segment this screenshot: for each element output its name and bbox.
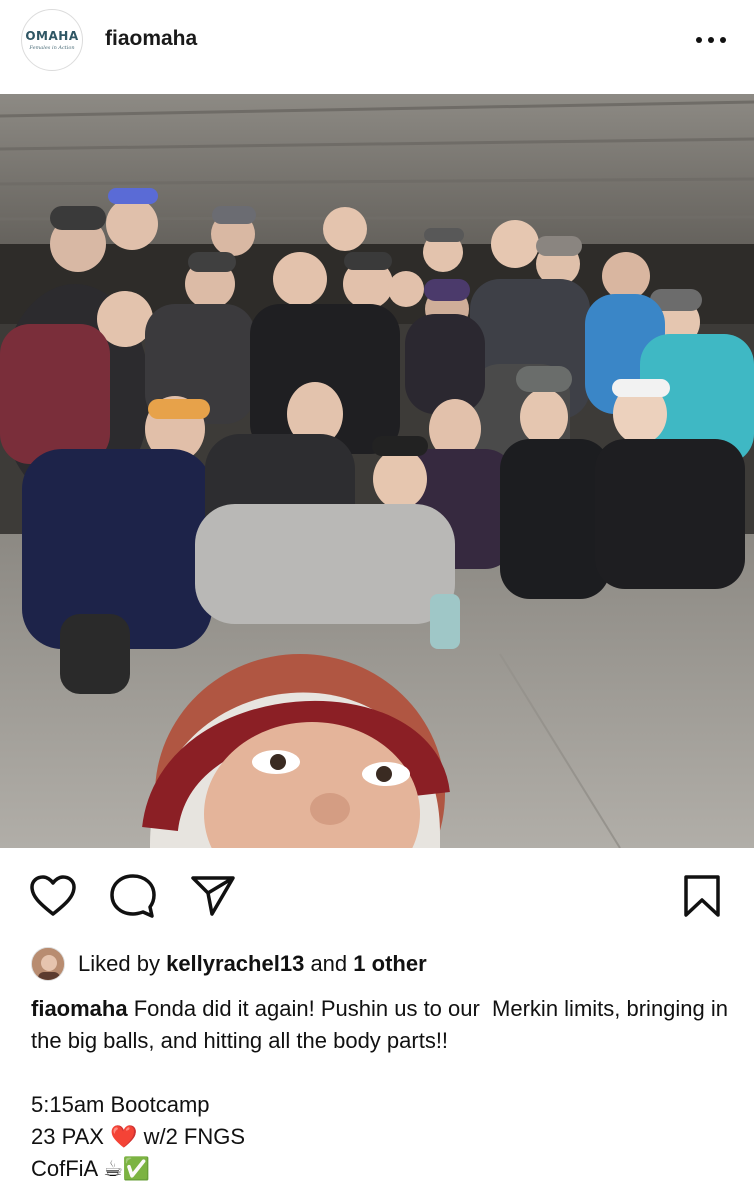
post-header: OMAHA Females in Action fiaomaha xyxy=(0,0,754,92)
heart-icon[interactable] xyxy=(29,874,77,918)
caption-line-2: 23 PAX ❤️ w/2 FNGS xyxy=(31,1124,246,1149)
post-caption: fiaomaha Fonda did it again! Pushin us t… xyxy=(31,993,731,1185)
bookmark-icon[interactable] xyxy=(683,874,721,918)
caption-text: Fonda did it again! Pushin us to our Mer… xyxy=(31,996,735,1053)
liker-username[interactable]: kellyrachel13 xyxy=(166,951,304,977)
caption-line-3: CofFiA ☕✅ xyxy=(31,1156,151,1181)
likes-summary: Liked by kellyrachel13 and 1 other xyxy=(31,946,427,982)
caption-line-1: 5:15am Bootcamp xyxy=(31,1092,210,1117)
profile-avatar[interactable]: OMAHA Females in Action xyxy=(21,9,83,71)
post-photo[interactable] xyxy=(0,94,754,848)
likes-others-link[interactable]: 1 other xyxy=(353,951,426,977)
comment-icon[interactable] xyxy=(110,874,156,920)
post-actions xyxy=(0,860,754,930)
avatar-logo-text: OMAHA xyxy=(25,28,79,43)
more-horizontal-icon[interactable] xyxy=(696,28,726,52)
post-username[interactable]: fiaomaha xyxy=(105,27,197,51)
caption-author[interactable]: fiaomaha xyxy=(31,996,128,1021)
likes-middle: and xyxy=(310,951,348,976)
avatar-logo-subtext: Females in Action xyxy=(29,44,75,51)
share-icon[interactable] xyxy=(190,874,236,918)
liker-avatar[interactable] xyxy=(31,947,65,981)
likes-prefix: Liked by xyxy=(78,951,160,976)
